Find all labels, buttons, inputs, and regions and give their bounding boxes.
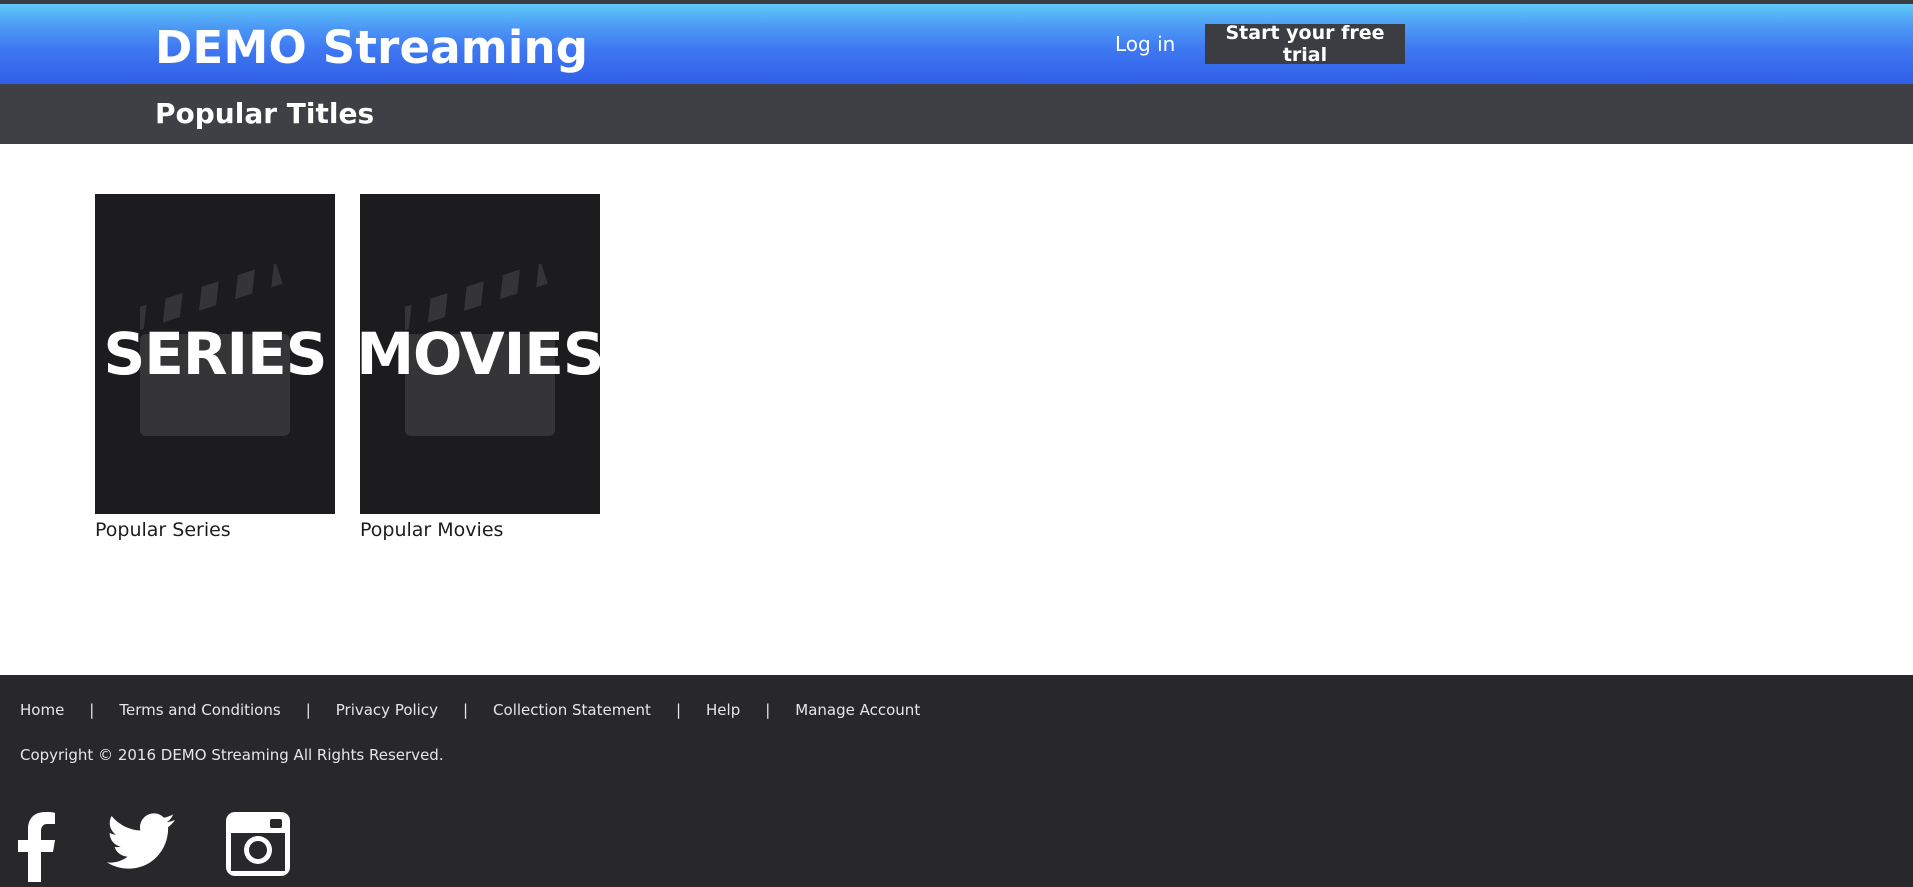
popular-movies-tile[interactable]: MOVIES [360,194,600,514]
twitter-icon[interactable] [107,812,175,870]
footer-link-collection[interactable]: Collection Statement [493,700,651,720]
popular-series-tile[interactable]: SERIES [95,194,335,514]
tile-overlay-text: SERIES [103,320,327,388]
footer-separator: | [89,701,95,719]
footer-link-help[interactable]: Help [706,700,740,720]
site-logo[interactable]: DEMO Streaming [155,21,588,75]
tile-overlay-text: MOVIES [360,320,600,388]
footer-link-terms[interactable]: Terms and Conditions [119,700,280,720]
start-free-trial-button[interactable]: Start your free trial [1205,22,1405,66]
header: DEMO Streaming Log in Start your free tr… [0,4,1913,84]
page-title: Popular Titles [155,97,375,130]
tile-caption-movies[interactable]: Popular Movies [360,518,503,542]
footer: Home | Terms and Conditions | Privacy Po… [0,675,1913,887]
instagram-icon[interactable] [226,812,290,876]
footer-separator: | [462,701,469,719]
footer-link-home[interactable]: Home [20,700,64,720]
facebook-icon[interactable] [18,812,58,882]
footer-separator: | [305,701,311,719]
footer-link-privacy[interactable]: Privacy Policy [336,700,438,720]
footer-nav: Home | Terms and Conditions | Privacy Po… [20,700,920,720]
login-link[interactable]: Log in [1115,30,1175,58]
subheader-bar: Popular Titles [0,84,1913,144]
copyright-text: Copyright © 2016 DEMO Streaming All Righ… [20,746,444,764]
footer-separator: | [675,701,682,719]
footer-link-manage-account[interactable]: Manage Account [795,700,920,720]
tile-caption-series[interactable]: Popular Series [95,518,231,542]
footer-separator: | [765,701,771,719]
